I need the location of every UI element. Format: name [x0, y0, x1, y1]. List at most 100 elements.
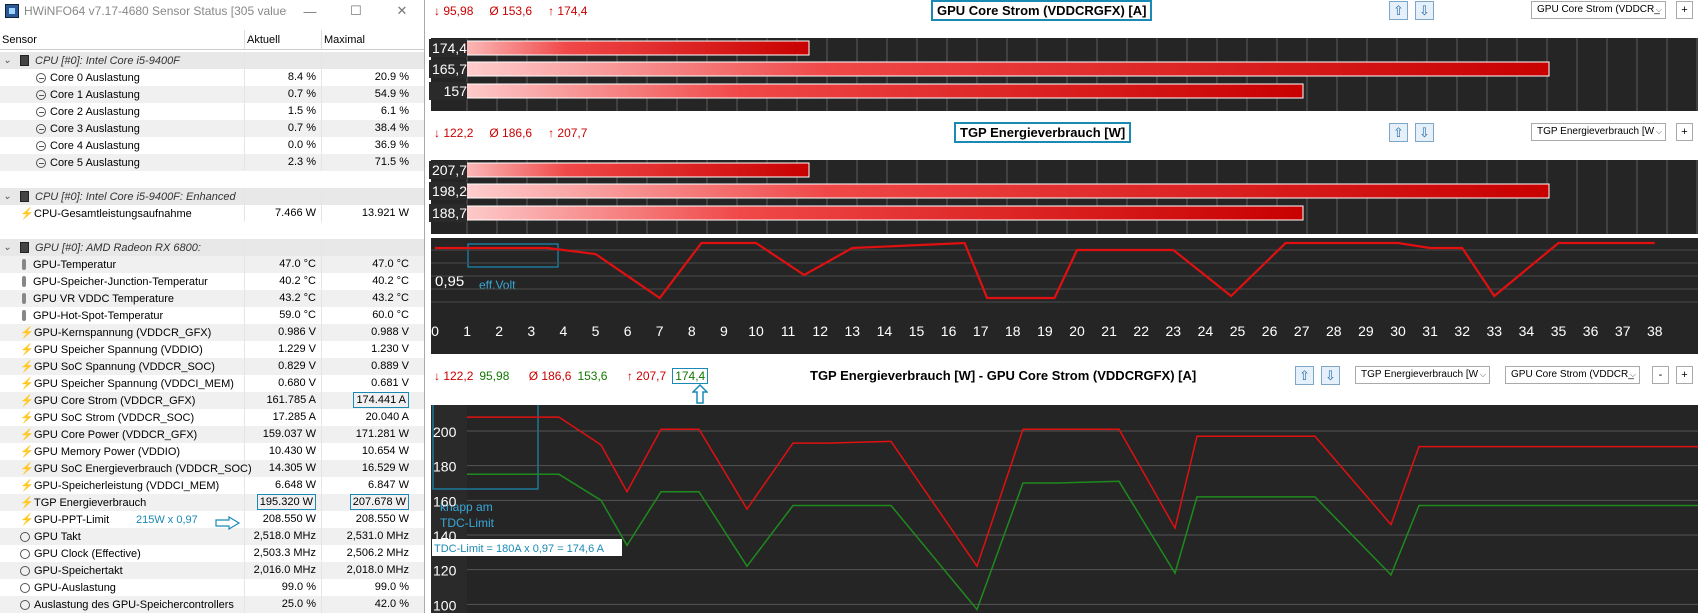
sensor-row[interactable]: ⚡ GPU Speicher Spannung (VDDCI_MEM) 0.680 …	[0, 375, 424, 392]
graph1-title: GPU Core Strom (VDDCRGFX) [A]	[931, 0, 1153, 21]
bar-value-label: 165,7	[429, 60, 467, 78]
sensor-row[interactable]: GPU-Speichertakt 2,016.0 MHz 2,018.0 MHz	[0, 562, 424, 579]
sensor-row[interactable]: Core 4 Auslastung 0.0 % 36.9 %	[0, 137, 424, 154]
sensor-row[interactable]: GPU-Speicher-Junction-Temperatur 40.2 °C 4…	[0, 273, 424, 290]
x-tick-label: 18	[1005, 323, 1021, 339]
y-tick-label: 180	[433, 459, 457, 475]
sensor-row[interactable]: Auslastung des GPU-Speichercontrollers 25…	[0, 596, 424, 613]
max-value: 20.9 %	[374, 71, 409, 83]
sensor-row[interactable]: ⚡ GPU SoC Spannung (VDDCR_SOC) 0.829 V 0.88…	[0, 358, 424, 375]
sensor-row[interactable]: GPU Clock (Effective) 2,503.3 MHz 2,506.2 …	[0, 545, 424, 562]
current-value: 47.0 °C	[279, 258, 316, 270]
sensor-row[interactable]: Core 1 Auslastung 0.7 % 54.9 %	[0, 86, 424, 103]
sensor-group-row[interactable]: ⌄ GPU [#0]: AMD Radeon RX 6800:	[0, 239, 424, 256]
graph2-down-button[interactable]: ⇩	[1415, 123, 1434, 142]
graph4-select-a[interactable]: TGP Energieverbrauch [W	[1355, 366, 1490, 384]
current-value: 0.7 %	[287, 122, 316, 134]
current-value: 2,016.0 MHz	[253, 564, 316, 576]
graph4-up-button[interactable]: ⇧	[1295, 366, 1314, 385]
col-max[interactable]: Maximal	[322, 30, 415, 49]
sensor-row[interactable]: Core 0 Auslastung 8.4 % 20.9 %	[0, 69, 424, 86]
graph4-select-b[interactable]: GPU Core Strom (VDDCR_	[1505, 366, 1640, 384]
sensor-row[interactable]: GPU-Auslastung 99.0 % 99.0 %	[0, 579, 424, 596]
bar-value-label: 157	[429, 82, 467, 100]
sensor-label: GPU SoC Energieverbrauch (VDDCR_SOC)	[34, 462, 252, 475]
sensor-row[interactable]: GPU VR VDDC Temperature 43.2 °C 43.2 °C	[0, 290, 424, 307]
sensor-row[interactable]: ⚡ GPU-Speicherleistung (VDDCI_MEM) 6.648 W…	[0, 477, 424, 494]
sensor-label: GPU SoC Strom (VDDCR_SOC)	[34, 411, 195, 424]
graph1-add-button[interactable]: +	[1676, 1, 1693, 19]
graph2-add-button[interactable]: +	[1676, 123, 1693, 141]
sensor-row[interactable]: Core 5 Auslastung 2.3 % 71.5 %	[0, 154, 424, 171]
graph4-header: ↓ 122,2 95,98 Ø 186,6 153,6 ↑ 207,7 174,4 T…	[431, 365, 1698, 387]
graph4-title: TGP Energieverbrauch [W] - GPU Core Stro…	[810, 368, 1197, 383]
sensor-row[interactable]: GPU-Temperatur 47.0 °C 47.0 °C	[0, 256, 424, 273]
sensor-label: GPU Speicher Spannung (VDDIO)	[34, 343, 203, 356]
collapse-icon[interactable]: ⌄	[3, 242, 13, 253]
sensor-row[interactable]: ⚡ CPU-Gesamtleistungsaufnahme 7.466 W 13.92…	[0, 205, 424, 222]
sensor-row[interactable]: GPU-Hot-Spot-Temperatur 59.0 °C 60.0 °C	[0, 307, 424, 324]
lightning-icon: ⚡	[20, 514, 34, 526]
graph4-remove-button[interactable]: -	[1652, 366, 1669, 384]
x-tick-label: 17	[973, 323, 989, 339]
graph1-down-button[interactable]: ⇩	[1415, 1, 1434, 20]
sensor-label: GPU Memory Power (VDDIO)	[34, 445, 181, 458]
sensor-row[interactable]: Core 2 Auslastung 1.5 % 6.1 %	[0, 103, 424, 120]
graph4-avg-a: Ø 186,6	[528, 369, 572, 383]
col-sensor[interactable]: Sensor	[0, 30, 245, 49]
close-button[interactable]: ✕	[379, 3, 424, 19]
graph1-up-button[interactable]: ⇧	[1389, 1, 1408, 20]
col-current[interactable]: Aktuell	[245, 30, 322, 49]
collapse-icon[interactable]: ⌄	[3, 191, 13, 202]
graph1-sensor-select[interactable]: GPU Core Strom (VDDCR_	[1531, 1, 1666, 19]
lightning-icon: ⚡	[20, 463, 34, 475]
sensor-row[interactable]: ⚡ GPU Core Power (VDDCR_GFX) 159.037 W 171.…	[0, 426, 424, 443]
graph4-add-button[interactable]: +	[1676, 366, 1693, 384]
max-value: 16.529 W	[361, 462, 409, 474]
sensor-row[interactable]: ⚡ GPU SoC Strom (VDDCR_SOC) 17.285 A 20.040…	[0, 409, 424, 426]
current-value: 195.320 W	[256, 494, 316, 510]
x-tick-label: 38	[1647, 323, 1663, 339]
sensor-row[interactable]: ⚡ GPU-PPT-Limit 208.550 W 208.550 W	[0, 511, 424, 528]
lightning-icon: ⚡	[20, 344, 34, 356]
minimize-button[interactable]: —	[287, 4, 333, 19]
current-value: 2,518.0 MHz	[253, 530, 316, 542]
lightning-icon: ⚡	[20, 429, 34, 441]
max-value: 13.921 W	[361, 207, 409, 219]
maximize-button[interactable]: ☐	[333, 3, 379, 19]
x-tick-label: 36	[1583, 323, 1599, 339]
x-tick-label: 3	[527, 323, 535, 339]
graph4-min-b: 95,98	[479, 369, 510, 383]
sensor-label: GPU VR VDDC Temperature	[33, 292, 175, 305]
current-value: 17.285 A	[272, 411, 316, 423]
sensor-row[interactable]: ⚡ GPU Speicher Spannung (VDDIO) 1.229 V 1.2…	[0, 341, 424, 358]
current-value: 0.829 V	[278, 360, 316, 372]
x-tick-label: 4	[560, 323, 568, 339]
graph2-up-button[interactable]: ⇧	[1389, 123, 1408, 142]
sensor-group-row[interactable]: ⌄ CPU [#0]: Intel Core i5-9400F: Enhanced	[0, 188, 424, 205]
sensor-row[interactable]: ⚡ GPU SoC Energieverbrauch (VDDCR_SOC) 14.…	[0, 460, 424, 477]
current-value: 7.466 W	[275, 207, 316, 219]
sensor-row[interactable]: Core 3 Auslastung 0.7 % 38.4 %	[0, 120, 424, 137]
sensor-row[interactable]: ⚡ GPU-Kernspannung (VDDCR_GFX) 0.986 V 0.98…	[0, 324, 424, 341]
current-value: 6.648 W	[275, 479, 316, 491]
max-value: 47.0 °C	[372, 258, 409, 270]
sensor-group-row[interactable]: ⌄ CPU [#0]: Intel Core i5-9400F	[0, 52, 424, 69]
collapse-icon[interactable]: ⌄	[3, 55, 13, 66]
thermometer-icon	[22, 293, 26, 304]
x-tick-label: 23	[1166, 323, 1182, 339]
sensor-row[interactable]: ⚡ TGP Energieverbrauch 195.320 W 207.678 W	[0, 494, 424, 511]
sensor-row[interactable]: GPU Takt 2,518.0 MHz 2,531.0 MHz	[0, 528, 424, 545]
max-value: 42.0 %	[374, 598, 409, 610]
graph2-sensor-select[interactable]: TGP Energieverbrauch [W	[1531, 123, 1666, 141]
max-value: 174.441 A	[353, 392, 409, 408]
graph4-down-button[interactable]: ⇩	[1321, 366, 1340, 385]
sensor-row[interactable]: ⚡ GPU Memory Power (VDDIO) 10.430 W 10.654 …	[0, 443, 424, 460]
max-value: 20.040 A	[365, 411, 409, 423]
sensor-label: GPU [#0]: AMD Radeon RX 6800:	[35, 241, 201, 254]
hwinfo-app-icon	[5, 4, 19, 18]
current-value: 0.0 %	[287, 139, 316, 151]
sensor-row[interactable]: ⚡ GPU Core Strom (VDDCR_GFX) 161.785 A 174.…	[0, 392, 424, 409]
y-tick-label: 140	[433, 528, 457, 544]
graph1-max: ↑ 174,4	[548, 4, 588, 18]
